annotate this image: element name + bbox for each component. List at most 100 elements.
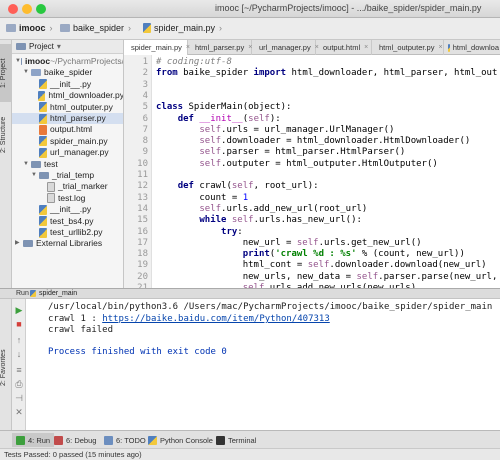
breadcrumb-item-file[interactable]: spider_main.py ›: [143, 23, 222, 33]
file-icon: [47, 193, 55, 204]
favorites-tool-tab[interactable]: 2: Favorites: [0, 338, 12, 398]
editor-tab[interactable]: url_manager.py ×: [252, 40, 319, 55]
line-number: 11: [137, 170, 148, 180]
python-file-icon: [39, 216, 47, 227]
editor-tab-label: output.html: [323, 43, 361, 52]
expanded-arrow-icon[interactable]: ▼: [23, 67, 31, 78]
tree-item[interactable]: _trial_marker: [12, 181, 123, 192]
scroll-down-icon[interactable]: ↓: [14, 349, 24, 359]
editor-tab[interactable]: html_parser.py ×: [188, 40, 252, 55]
tree-item[interactable]: html_outputer.py: [12, 102, 123, 113]
code-token: self: [231, 181, 254, 192]
print-icon[interactable]: ⎙: [14, 379, 24, 389]
tree-item[interactable]: html_downloader.py: [12, 90, 123, 101]
line-number: 18: [137, 249, 148, 260]
close-window-button[interactable]: [8, 4, 18, 14]
minimize-window-button[interactable]: [22, 4, 32, 14]
code-token: html_downloader, html_parser, html_out: [291, 68, 498, 79]
expanded-arrow-icon[interactable]: ▼: [23, 159, 31, 170]
tree-item[interactable]: ▼ imooc ~/PycharmProjects/: [12, 56, 124, 67]
expanded-arrow-icon[interactable]: ▼: [31, 170, 39, 181]
tree-item[interactable]: ▶ External Libraries: [12, 238, 123, 249]
line-number: 4: [142, 90, 148, 101]
code-token: while: [199, 215, 232, 226]
close-tab-icon[interactable]: ×: [364, 44, 368, 51]
tab-run[interactable]: 4: Run: [12, 433, 55, 447]
line-number: 5: [142, 102, 148, 113]
tree-item-label: test_urllib2.py: [50, 227, 103, 237]
code-token: ):: [280, 102, 292, 113]
code-token: self: [296, 237, 319, 248]
project-panel-header[interactable]: Project ▾: [12, 40, 123, 54]
tree-item[interactable]: test_urllib2.py: [12, 227, 123, 238]
editor-tab-label: html_outputer.py: [379, 43, 435, 52]
tab-debug[interactable]: 6: Debug: [50, 433, 100, 447]
editor-tab[interactable]: spider_main.py ×: [124, 40, 190, 55]
folder-icon: [39, 172, 49, 179]
editor-tab-label: html_parser.py: [195, 43, 245, 52]
code-token: ):: [269, 113, 281, 124]
pin-icon[interactable]: ⊣: [14, 393, 24, 403]
collapsed-arrow-icon[interactable]: ▶: [15, 238, 23, 249]
code-token: .urls.has_new_url():: [253, 215, 362, 226]
rerun-icon[interactable]: ▶: [14, 305, 24, 315]
folder-icon: [6, 24, 16, 32]
tab-terminal[interactable]: Terminal: [212, 433, 260, 447]
code-token: import: [253, 68, 292, 79]
editor-tab[interactable]: html_downloa: [444, 40, 500, 55]
line-number: 2: [142, 68, 148, 79]
code-token: self: [199, 147, 222, 158]
tab-todo[interactable]: 6: TODO: [100, 433, 150, 447]
tree-item[interactable]: url_manager.py: [12, 147, 123, 158]
python-console-icon: [148, 435, 157, 445]
console-exit-line: Process finished with exit code 0: [48, 347, 227, 357]
line-number: 15: [137, 215, 148, 226]
editor-tab[interactable]: output.html ×: [316, 40, 372, 55]
tree-item[interactable]: html_parser.py: [12, 113, 123, 124]
code-editor[interactable]: # coding:utf-8 from baike_spider import h…: [152, 55, 500, 288]
editor-tab-label: html_downloa: [452, 43, 499, 52]
tree-item[interactable]: ▼ _trial_temp: [12, 170, 123, 181]
project-tool-tab[interactable]: 1: Project: [0, 44, 12, 102]
run-console[interactable]: /usr/local/bin/python3.6 /Users/mac/Pych…: [26, 299, 500, 430]
breadcrumb-item-project[interactable]: imooc ›: [6, 23, 53, 33]
structure-tool-tab[interactable]: 2: Structure: [0, 104, 12, 166]
tab-python-console[interactable]: Python Console: [144, 433, 217, 447]
zoom-window-button[interactable]: [36, 4, 46, 14]
code-line: html_cont = self.downloader.download(new…: [156, 260, 487, 271]
breadcrumb-item-package[interactable]: baike_spider ›: [60, 23, 131, 33]
code-token: def: [177, 113, 200, 124]
code-token: self: [199, 136, 222, 147]
close-tab-icon[interactable]: ×: [438, 44, 442, 51]
soft-wrap-icon[interactable]: ≡: [14, 365, 24, 375]
code-line: self.urls.add_new_url(root_url): [156, 204, 367, 215]
line-number: 9: [142, 147, 148, 158]
code-token: from: [156, 68, 184, 79]
code-token: crawl(: [199, 181, 232, 192]
tree-item-path: ~/PycharmProjects/: [50, 56, 124, 66]
tree-item[interactable]: test.log: [12, 192, 123, 204]
run-config-tab[interactable]: spider_main: [30, 290, 77, 297]
python-file-icon: [39, 79, 47, 90]
stop-icon[interactable]: ■: [14, 319, 24, 329]
tree-item[interactable]: ▼ baike_spider: [12, 67, 123, 78]
tree-item[interactable]: test_bs4.py: [12, 215, 123, 227]
tree-item[interactable]: spider_main.py: [12, 136, 123, 147]
editor-tab[interactable]: html_outputer.py ×: [372, 40, 444, 55]
project-icon: [16, 43, 26, 50]
tree-item[interactable]: output.html: [12, 124, 123, 135]
status-bar: Tests Passed: 0 passed (15 minutes ago): [0, 448, 500, 460]
tree-item[interactable]: __init__.py: [12, 79, 123, 90]
tree-item[interactable]: __init__.py: [12, 204, 123, 215]
crawled-url-link[interactable]: https://baike.baidu.com/item/Python/4073…: [102, 314, 330, 324]
tree-item[interactable]: ▼ test: [12, 159, 123, 170]
close-panel-icon[interactable]: ✕: [14, 407, 24, 417]
scroll-up-icon[interactable]: ↑: [14, 335, 24, 345]
editor-tab-bar: spider_main.py × html_parser.py × url_manage…: [124, 40, 500, 55]
tree-item-label: test.log: [58, 192, 86, 203]
tree-item-label: test_bs4.py: [50, 215, 94, 226]
